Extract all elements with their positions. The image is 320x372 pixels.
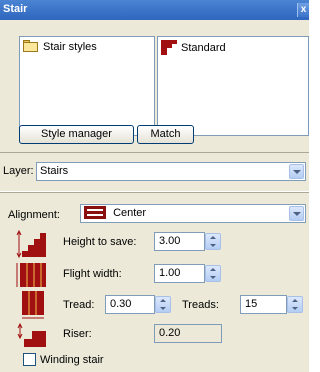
stair-height-icon: [16, 227, 48, 259]
riser-label: Riser:: [63, 328, 92, 340]
match-button[interactable]: Match: [137, 125, 194, 144]
stair-style-icon: [161, 40, 177, 55]
panel-titlebar: Stair x: [0, 0, 309, 20]
tread-label: Tread:: [63, 299, 95, 311]
treads-label: Treads:: [182, 299, 219, 311]
tread-spinner[interactable]: [155, 296, 171, 313]
folder-icon: [23, 40, 39, 53]
style-list[interactable]: Standard: [157, 36, 309, 136]
height-input[interactable]: 3.00: [154, 232, 205, 251]
list-item-standard[interactable]: Standard: [161, 40, 226, 55]
chevron-down-icon[interactable]: [289, 206, 304, 221]
alignment-label: Alignment:: [8, 209, 60, 221]
chevron-down-icon[interactable]: [289, 164, 304, 179]
style-manager-button[interactable]: Style manager: [19, 125, 134, 144]
panel-title: Stair: [3, 3, 28, 15]
tread-input[interactable]: 0.30: [105, 295, 155, 314]
close-icon[interactable]: x: [297, 3, 309, 17]
alignment-select[interactable]: Center: [80, 204, 306, 223]
alignment-center-icon: [84, 205, 106, 219]
treads-spinner[interactable]: [287, 296, 303, 313]
treads-input[interactable]: 15: [240, 295, 287, 314]
tree-item-label: Stair styles: [43, 40, 97, 53]
flight-width-label: Flight width:: [63, 268, 122, 280]
alignment-value: Center: [113, 207, 147, 219]
height-label: Height to save:: [63, 236, 137, 248]
winding-stair-label: Winding stair: [40, 354, 104, 366]
winding-stair-checkbox[interactable]: [23, 353, 36, 366]
height-spinner[interactable]: [205, 233, 221, 250]
riser-value: 0.20: [154, 324, 222, 343]
styles-section: Stair styles Standard Style manager Matc…: [0, 20, 309, 152]
layer-value: Stairs: [40, 165, 69, 177]
style-tree[interactable]: Stair styles: [19, 36, 155, 136]
flight-width-icon: [16, 259, 48, 291]
layer-label: Layer:: [3, 165, 34, 177]
stair-panel: Stair x Stair styles Standard Style mana…: [0, 0, 309, 372]
layer-section: Layer: Stairs: [0, 153, 309, 191]
riser-icon: [16, 317, 48, 349]
layer-select[interactable]: Stairs: [36, 162, 306, 181]
tree-item-stair-styles[interactable]: Stair styles: [23, 40, 97, 53]
parameters-section: Alignment: Center Height to save: 3.00 F…: [0, 193, 309, 372]
flight-width-input[interactable]: 1.00: [154, 264, 205, 283]
list-item-label: Standard: [181, 41, 226, 54]
flight-width-spinner[interactable]: [205, 265, 221, 282]
